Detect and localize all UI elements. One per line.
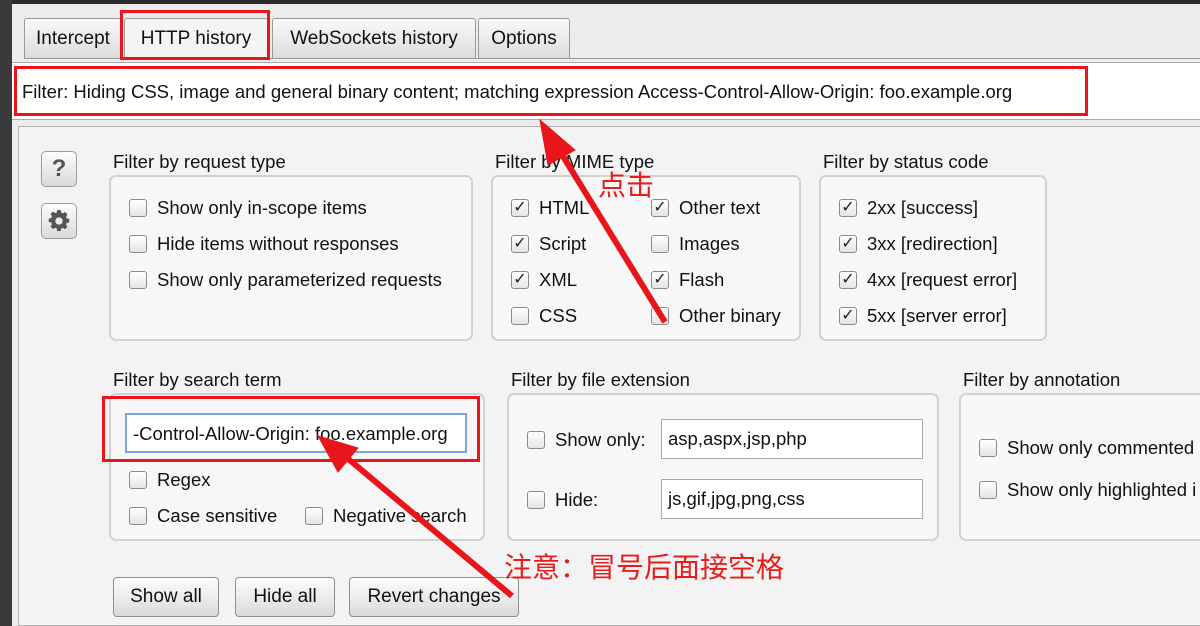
arrow-click-head xyxy=(539,118,576,166)
arrow-note-line xyxy=(338,449,514,599)
arrow-note-head xyxy=(316,435,359,473)
annotation-click-text: 点击 xyxy=(598,169,655,202)
annotation-arrows xyxy=(316,118,668,599)
annotation-note-text: 注意：冒号后面接空格 xyxy=(504,551,785,584)
